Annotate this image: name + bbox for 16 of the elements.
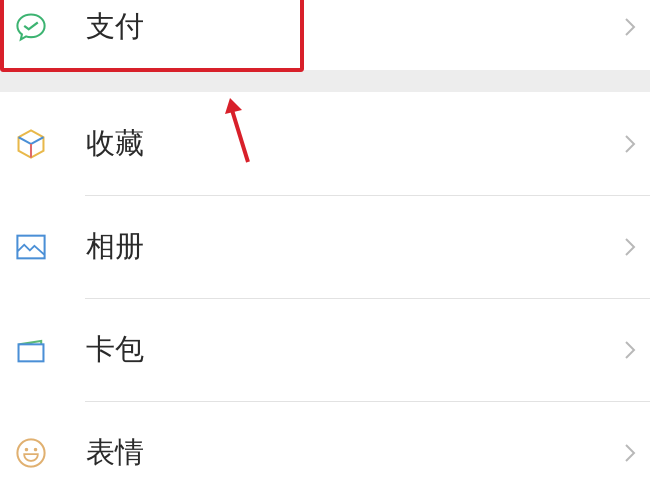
menu-item[interactable]: 支付 [0, 0, 650, 54]
chevron-icon [624, 236, 636, 256]
menu-item[interactable]: 相册 [0, 195, 650, 298]
menu-label: 表情 [86, 434, 144, 470]
menu-label: 支付 [86, 8, 144, 45]
menu-label: 收藏 [86, 124, 144, 162]
menu-item[interactable]: 表情 [0, 401, 650, 500]
chevron-icon [624, 442, 636, 462]
menu-item[interactable]: 收藏 [0, 92, 650, 195]
chevron-icon [624, 17, 636, 37]
smiley-icon [14, 436, 48, 470]
chevron-icon [624, 340, 636, 360]
menu-label: 卡包 [86, 330, 144, 368]
chevron-icon [624, 134, 636, 154]
menu-label: 相册 [86, 228, 144, 264]
menu-item[interactable]: 卡包 [0, 298, 650, 401]
